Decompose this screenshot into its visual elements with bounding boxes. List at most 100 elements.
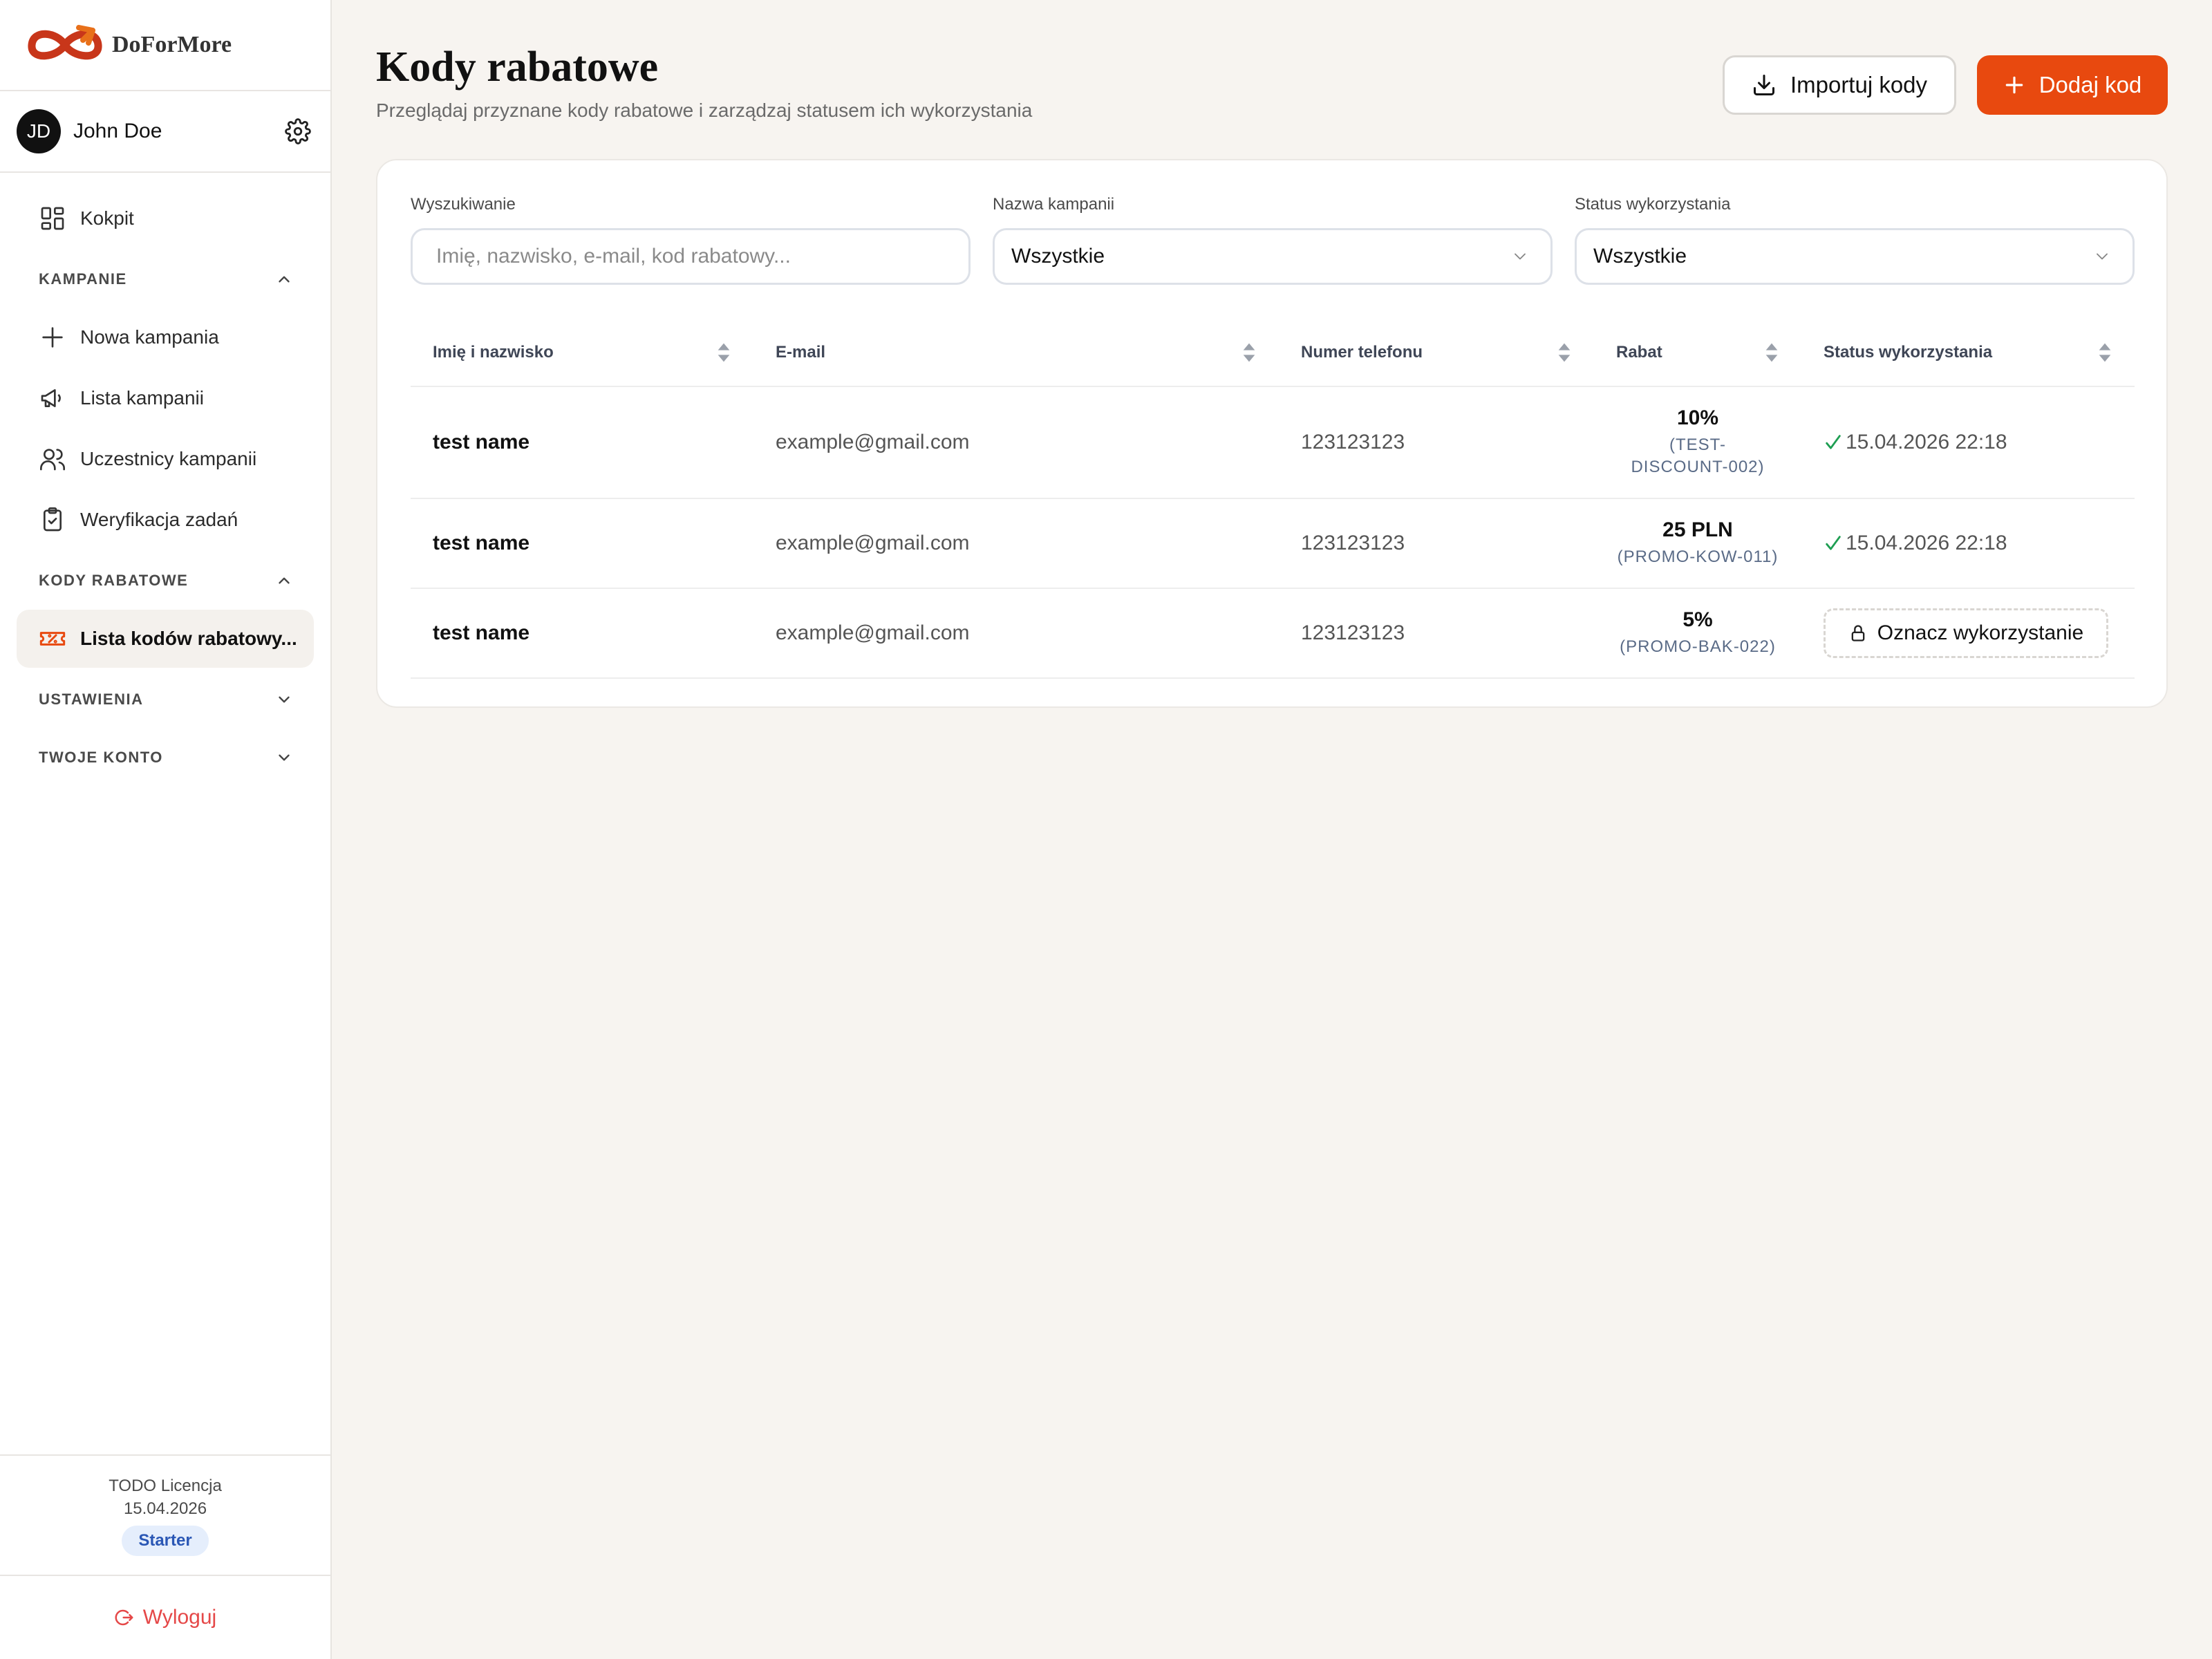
sidebar-item-label: Nowa kampania xyxy=(80,326,219,348)
sidebar: DoForMore JD John Doe Kokpit KAMPANIE No… xyxy=(0,0,332,1659)
sidebar-item-campaign-list[interactable]: Lista kampanii xyxy=(17,369,314,427)
table-row[interactable]: test name example@gmail.com 123123123 5%… xyxy=(411,589,2135,679)
cell-status: 15.04.2026 22:18 xyxy=(1801,532,2135,555)
plus-icon xyxy=(2005,76,2023,94)
column-header-label: Numer telefonu xyxy=(1301,343,1423,362)
campaign-filter-label: Nazwa kampanii xyxy=(993,195,1115,214)
chevron-down-icon xyxy=(279,696,290,703)
section-label: USTAWIENIA xyxy=(39,691,144,708)
codes-card: Wyszukiwanie Imię, nazwisko, e-mail, kod… xyxy=(376,159,2168,708)
search-input[interactable]: Imię, nazwisko, e-mail, kod rabatowy... xyxy=(411,228,971,285)
section-discount-codes[interactable]: KODY RABATOWE xyxy=(17,552,314,610)
cell-status: Oznacz wykorzystanie xyxy=(1801,608,2135,658)
chevron-up-icon xyxy=(279,276,290,283)
column-header-label: Rabat xyxy=(1616,343,1662,362)
logout-label: Wyloguj xyxy=(142,1606,217,1629)
column-header-email[interactable]: E-mail xyxy=(753,319,1279,386)
section-label: KODY RABATOWE xyxy=(39,572,189,589)
page-title: Kody rabatowe xyxy=(376,44,659,91)
download-icon xyxy=(1753,75,1774,95)
table-row[interactable]: test name example@gmail.com 123123123 10… xyxy=(411,387,2135,499)
import-codes-label: Importuj kody xyxy=(1790,72,1928,97)
column-header-discount[interactable]: Rabat xyxy=(1594,319,1801,386)
sort-icon xyxy=(2099,343,2111,362)
sidebar-item-label: Lista kampanii xyxy=(80,387,204,409)
megaphone-icon xyxy=(41,389,61,407)
section-settings[interactable]: USTAWIENIA xyxy=(17,671,314,729)
users-icon xyxy=(40,449,65,471)
check-icon xyxy=(1826,536,1841,550)
sidebar-item-codes-list[interactable]: Lista kodów rabatowy... xyxy=(17,610,314,668)
gear-icon[interactable] xyxy=(285,118,311,144)
status-filter-label: Status wykorzystania xyxy=(1575,195,1731,214)
sidebar-item-new-campaign[interactable]: Nowa kampania xyxy=(17,308,314,366)
column-header-label: Imię i nazwisko xyxy=(433,343,554,362)
sort-icon xyxy=(1243,343,1255,362)
logo-icon xyxy=(28,25,102,60)
discount-value: 5% xyxy=(1683,608,1713,631)
chevron-down-icon xyxy=(279,754,290,761)
column-header-phone[interactable]: Numer telefonu xyxy=(1279,319,1594,386)
cell-discount: 5% (PROMO-BAK-022) xyxy=(1594,608,1801,658)
sidebar-item-label: Weryfikacja zadań xyxy=(80,509,238,530)
main-content: Kody rabatowe Przeglądaj przyznane kody … xyxy=(332,0,2212,1659)
sidebar-footer: TODO Licencja 15.04.2026 Starter Wyloguj xyxy=(0,1454,330,1659)
add-code-button[interactable]: Dodaj kod xyxy=(1977,55,2168,115)
cell-name: test name xyxy=(433,532,530,554)
discount-code-line: (TEST- xyxy=(1669,435,1726,454)
check-icon xyxy=(1826,435,1841,449)
page-subtitle: Przeglądaj przyznane kody rabatowe i zar… xyxy=(376,100,1033,121)
section-label: KAMPANIE xyxy=(39,270,127,288)
table-row[interactable]: test name example@gmail.com 123123123 25… xyxy=(411,499,2135,589)
sidebar-nav: Kokpit KAMPANIE Nowa kampania Lista kamp… xyxy=(0,173,330,787)
ticket-icon xyxy=(39,632,66,646)
column-header-name[interactable]: Imię i nazwisko xyxy=(411,319,753,386)
section-campaigns[interactable]: KAMPANIE xyxy=(17,250,314,308)
cell-phone: 123123123 xyxy=(1301,431,1405,453)
lock-icon xyxy=(1851,625,1865,641)
logout-button[interactable]: Wyloguj xyxy=(0,1575,330,1659)
column-header-label: Status wykorzystania xyxy=(1824,343,1993,362)
license-info: TODO Licencja 15.04.2026 Starter xyxy=(0,1454,330,1575)
cell-phone: 123123123 xyxy=(1301,532,1405,554)
cell-phone: 123123123 xyxy=(1301,621,1405,644)
mark-used-button[interactable]: Oznacz wykorzystanie xyxy=(1824,608,2108,658)
section-account[interactable]: TWOJE KONTO xyxy=(17,729,314,787)
search-placeholder: Imię, nazwisko, e-mail, kod rabatowy... xyxy=(436,245,791,268)
cell-name: test name xyxy=(433,621,530,644)
discount-code: (PROMO-KOW-011) xyxy=(1617,547,1779,566)
section-label: TWOJE KONTO xyxy=(39,749,163,766)
chevron-down-icon xyxy=(1515,253,1526,260)
column-header-label: E-mail xyxy=(776,343,826,362)
chevron-down-icon xyxy=(2097,253,2108,260)
cell-email: example@gmail.com xyxy=(776,532,970,554)
sidebar-item-dashboard[interactable]: Kokpit xyxy=(17,189,314,247)
logout-icon xyxy=(115,1609,133,1626)
avatar[interactable]: JD xyxy=(17,109,61,153)
campaign-select-value: Wszystkie xyxy=(1011,245,1105,268)
status-date: 15.04.2026 22:18 xyxy=(1846,532,2007,554)
brand-name: DoForMore xyxy=(112,32,232,57)
import-codes-button[interactable]: Importuj kody xyxy=(1723,55,1956,115)
campaign-select[interactable]: Wszystkie xyxy=(993,228,1553,285)
license-date: 15.04.2026 xyxy=(123,1499,207,1518)
sidebar-item-task-verification[interactable]: Weryfikacja zadań xyxy=(17,491,314,549)
sort-icon xyxy=(1765,343,1778,362)
status-select[interactable]: Wszystkie xyxy=(1575,228,2135,285)
license-name: TODO Licencja xyxy=(109,1477,222,1495)
codes-table: Imię i nazwisko E-mail Numer telefonu Ra… xyxy=(411,319,2135,679)
chevron-up-icon xyxy=(279,577,290,584)
table-header: Imię i nazwisko E-mail Numer telefonu Ra… xyxy=(411,319,2135,387)
status-select-value: Wszystkie xyxy=(1593,245,1687,268)
status-date: 15.04.2026 22:18 xyxy=(1846,431,2007,453)
column-header-status[interactable]: Status wykorzystania xyxy=(1801,319,2135,386)
discount-value: 25 PLN xyxy=(1662,518,1733,541)
sidebar-item-label: Lista kodów rabatowy... xyxy=(80,628,297,649)
sidebar-item-participants[interactable]: Uczestnicy kampanii xyxy=(17,430,314,488)
discount-code: (PROMO-BAK-022) xyxy=(1620,637,1776,656)
logo[interactable]: DoForMore xyxy=(0,0,330,91)
sidebar-item-label: Kokpit xyxy=(80,207,134,229)
user-profile: JD John Doe xyxy=(0,91,330,173)
clipboard-check-icon xyxy=(44,507,62,532)
cell-discount: 25 PLN (PROMO-KOW-011) xyxy=(1594,518,1801,568)
